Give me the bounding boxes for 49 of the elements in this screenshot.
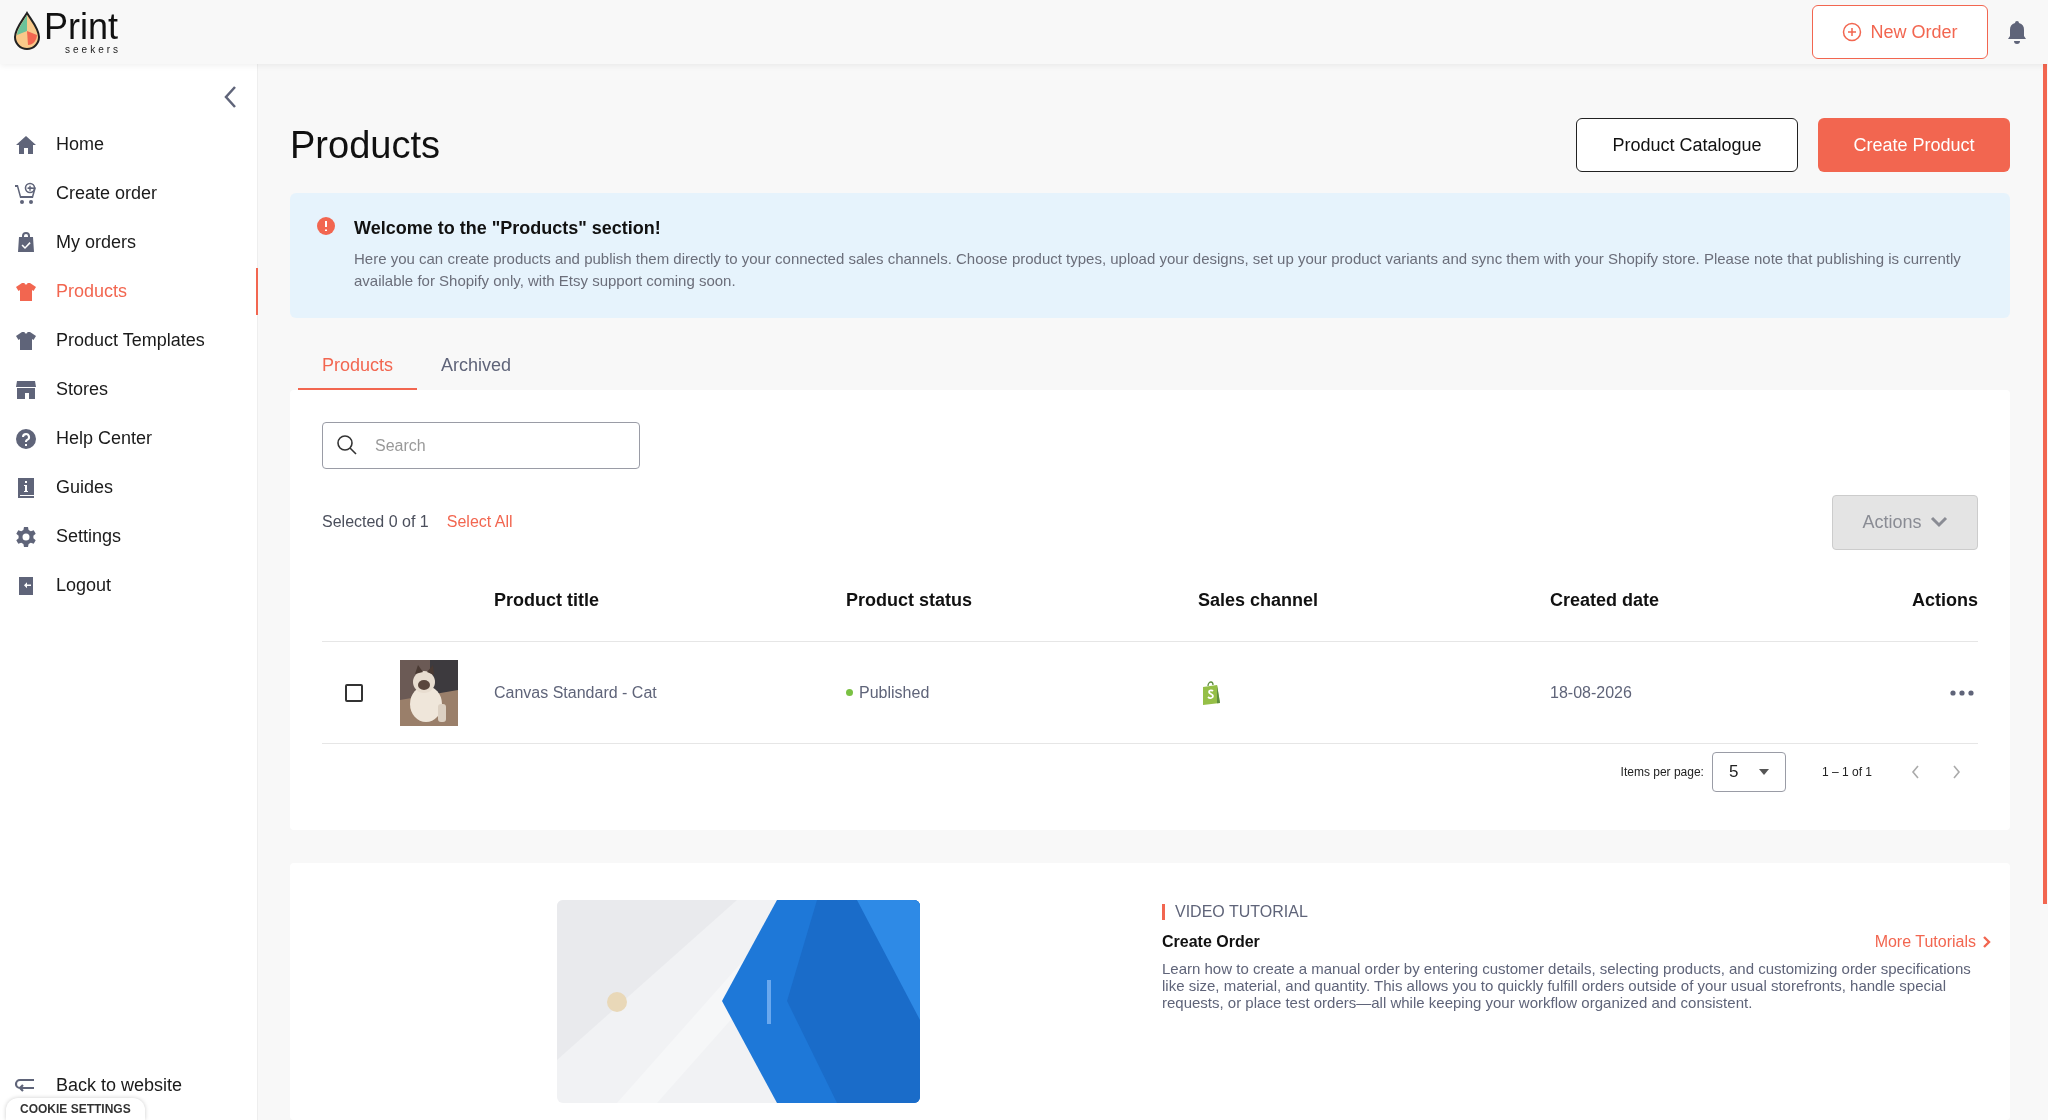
product-title: Canvas Standard - Cat [494, 682, 658, 703]
sidebar-item[interactable]: Stores [0, 365, 257, 414]
more-options-icon[interactable] [1950, 688, 1974, 697]
column-header: Product status [846, 589, 974, 612]
sidebar-item[interactable]: Create order [0, 169, 257, 218]
logo-text: Print [44, 9, 119, 45]
bell-icon[interactable] [2006, 20, 2028, 44]
back-to-website-link[interactable]: Back to website [14, 1072, 183, 1099]
items-per-page-label: Items per page: [1620, 764, 1704, 781]
caret-icon [1758, 769, 1769, 775]
row-checkbox[interactable] [345, 683, 363, 702]
created-date: 18-08-2026 [1550, 682, 1633, 703]
notice-title: Welcome to the "Products" section! [354, 217, 662, 240]
cart-icon [14, 181, 38, 206]
shopping-bag-icon [1200, 680, 1222, 705]
tab[interactable]: Archived [417, 342, 536, 390]
column-header: Sales channel [1198, 589, 1320, 612]
column-header: Created date [1550, 589, 1661, 612]
sidebar-item[interactable]: Logout [0, 561, 257, 610]
items-per-page-select[interactable]: 5 [1711, 752, 1786, 792]
column-header: Actions [1911, 589, 1978, 612]
status-text: Published [859, 682, 930, 703]
sidebar-item[interactable]: Help Center [0, 414, 257, 463]
info-icon [316, 216, 336, 236]
tutorial-title: Create Order [1162, 932, 1260, 952]
product-catalogue-button[interactable]: Product Catalogue [1576, 118, 1798, 172]
settings-icon [14, 524, 38, 549]
scrollbar-thumb[interactable] [2043, 64, 2047, 904]
section-label: VIDEO TUTORIAL [1175, 902, 1308, 922]
sidebar-item[interactable]: Settings [0, 512, 257, 561]
page-range: 1 – 1 of 1 [1821, 764, 1872, 781]
logo-icon [12, 11, 42, 51]
notice-text: Here you can create products and publish them directly to your connected sales channels. Choose product types, upload your designs, set up your product variants and sync them with your Shopify store. Please note that publishing is currently available for Shopify only, with Etsy support coming soon. [354, 249, 1962, 291]
sidebar-item[interactable]: My orders [0, 218, 257, 267]
plus-circle-icon [1842, 22, 1863, 42]
sidebar-item[interactable]: Guides [0, 463, 257, 512]
selection-count: Selected 0 of 1 [322, 512, 429, 532]
search-icon [336, 434, 358, 456]
sidebar-item[interactable]: Home [0, 120, 257, 169]
chevron-right-icon [1982, 935, 1992, 949]
column-header: Product title [494, 589, 600, 612]
help-icon [14, 426, 38, 451]
sidebar-item[interactable]: Product Templates [0, 316, 257, 365]
chevron-down-icon [1929, 516, 1948, 528]
search-field[interactable]: Search [322, 422, 640, 469]
tutorial-description: Learn how to create a manual order by entering customer details, selecting products, and customizing order specifications like size, material, and quantity. This allows you to quickly fulfill orders outside of your usual storefronts, handle special requests, or place test orders—all while keeping your workflow organized and consistent. [1162, 960, 1972, 1011]
logo-tagline: seekers [65, 45, 122, 55]
cookie-settings-button[interactable]: COOKIE SETTINGS [6, 1098, 145, 1120]
page-title: Products [290, 126, 440, 164]
